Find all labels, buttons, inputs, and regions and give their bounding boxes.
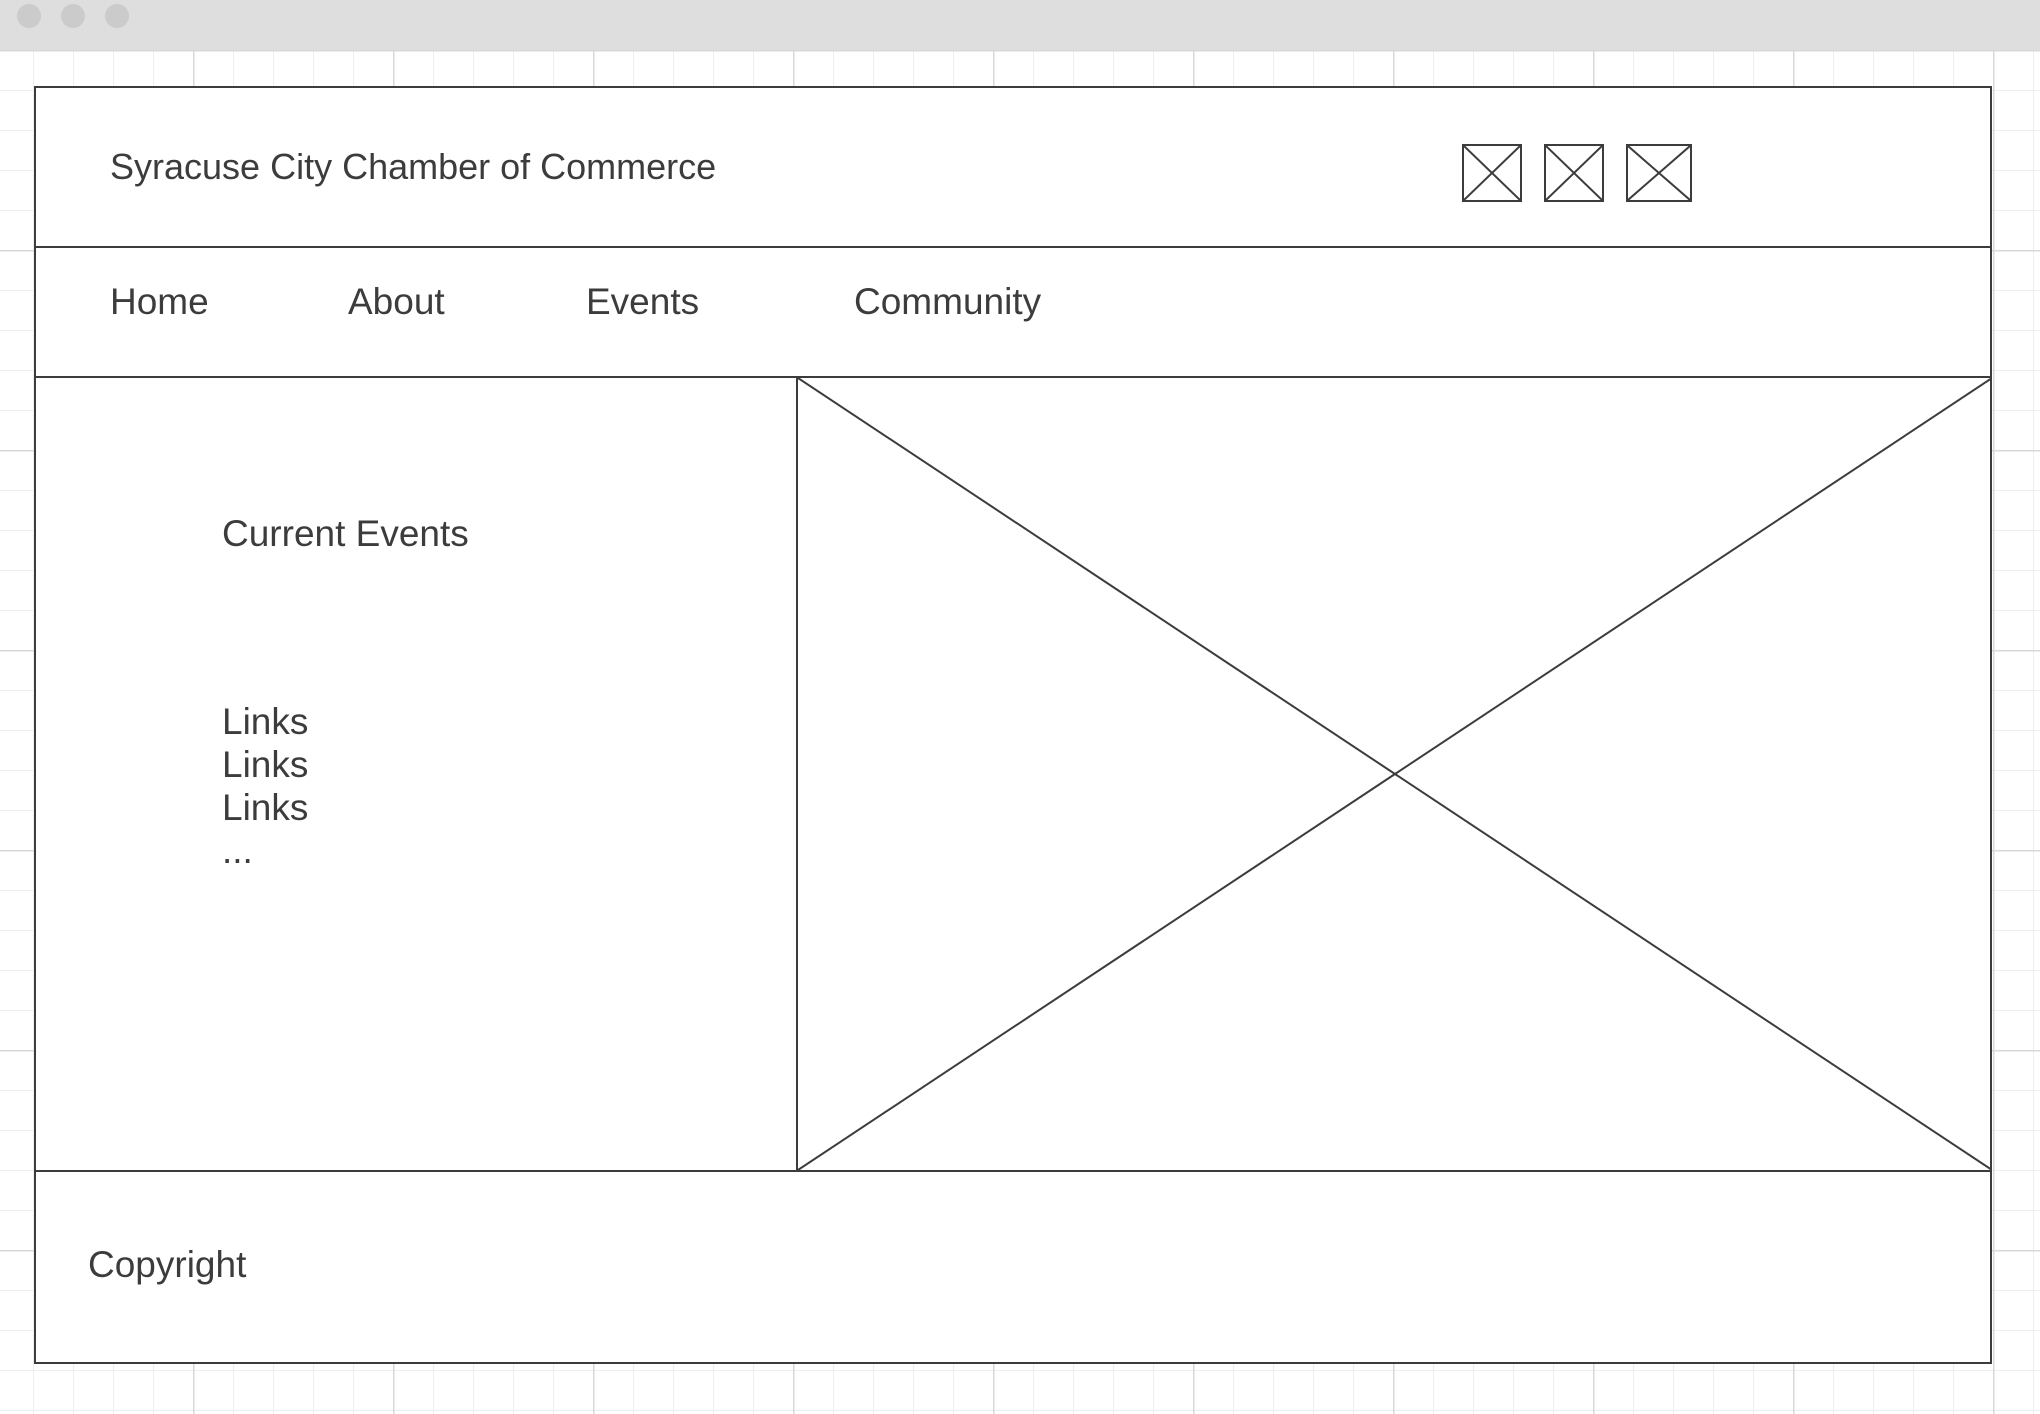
window-titlebar — [0, 0, 2040, 50]
nav-item-about[interactable]: About — [348, 281, 445, 323]
footer-divider — [36, 1170, 1990, 1172]
header-divider — [36, 246, 1990, 248]
wireframe-page: Syracuse City Chamber of Commerce Home A… — [34, 86, 1992, 1364]
sidebar-more: ... — [222, 830, 253, 871]
footer-copyright: Copyright — [88, 1244, 247, 1285]
image-placeholder-icon[interactable] — [1626, 144, 1692, 202]
nav-item-home[interactable]: Home — [110, 281, 209, 323]
current-events-heading: Current Events — [222, 513, 469, 554]
image-placeholder-icon — [798, 378, 1992, 1170]
sidebar-link[interactable]: Links — [222, 786, 308, 829]
sidebar-link[interactable]: Links — [222, 700, 308, 743]
nav-item-events[interactable]: Events — [586, 281, 699, 323]
nav-item-community[interactable]: Community — [854, 281, 1041, 323]
hero-image-placeholder — [796, 378, 1992, 1170]
sidebar-links: Links Links Links ... — [222, 700, 308, 872]
sidebar-link[interactable]: Links — [222, 743, 308, 786]
window-minimize-dot[interactable] — [61, 4, 85, 28]
window-maximize-dot[interactable] — [105, 4, 129, 28]
window-close-dot[interactable] — [17, 4, 41, 28]
image-placeholder-icon[interactable] — [1462, 144, 1522, 202]
site-title: Syracuse City Chamber of Commerce — [110, 146, 717, 187]
image-placeholder-icon[interactable] — [1544, 144, 1604, 202]
